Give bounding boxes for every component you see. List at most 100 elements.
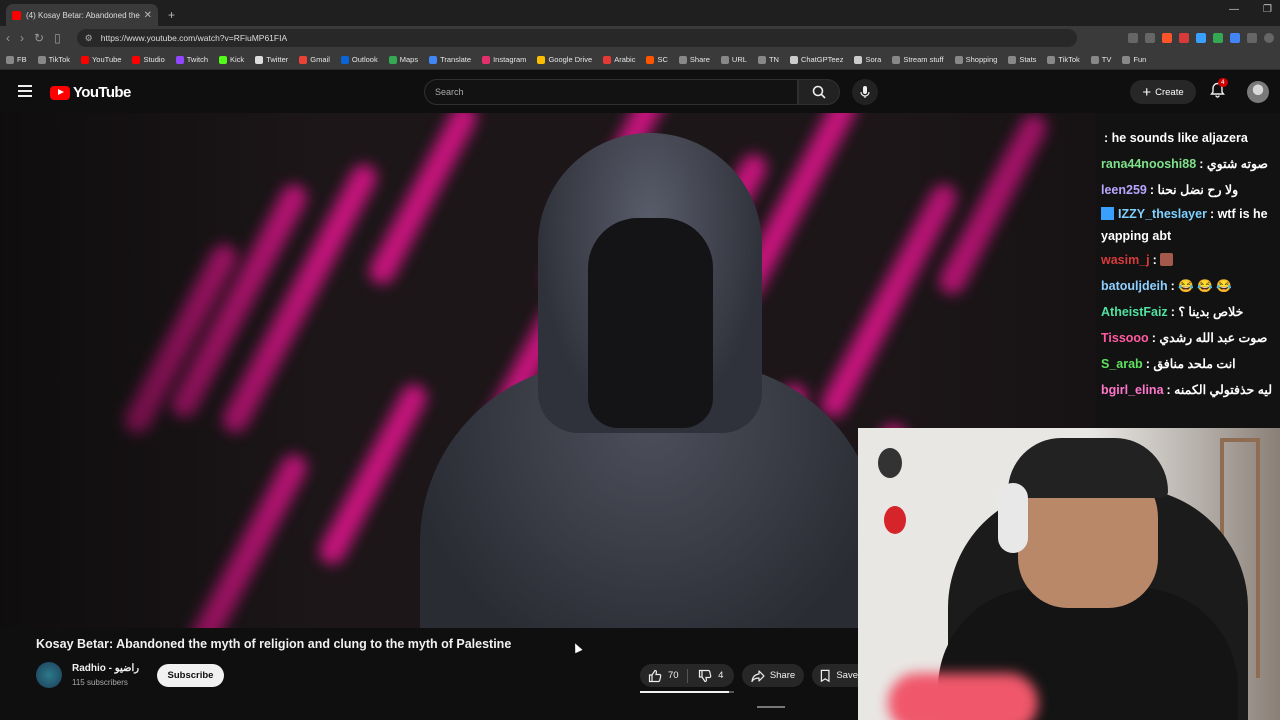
extension-icon[interactable] — [1128, 33, 1138, 43]
back-icon[interactable]: ‹ — [6, 31, 10, 45]
chat-username[interactable]: AtheistFaiz — [1101, 305, 1168, 319]
chat-message: AtheistFaiz: خلاص بدينا ؟ — [1101, 299, 1276, 325]
bookmark-item[interactable]: Stream stuff — [892, 55, 944, 64]
search-input[interactable]: Search — [424, 79, 798, 105]
close-tab-icon[interactable]: ✕ — [144, 10, 152, 21]
youtube-logo[interactable]: YouTube — [50, 84, 131, 101]
bookmark-item[interactable]: Kick — [219, 55, 244, 64]
bookmark-favicon-icon — [1122, 55, 1131, 64]
save-bookmark-icon — [820, 669, 830, 682]
bookmark-item[interactable]: Outlook — [340, 55, 378, 64]
search-button[interactable] — [798, 79, 840, 105]
bookmark-item[interactable]: Shopping — [954, 55, 997, 64]
bookmark-item[interactable]: TN — [757, 55, 779, 64]
chat-username[interactable]: rana44nooshi88 — [1101, 157, 1196, 171]
channel-avatar[interactable] — [36, 662, 62, 688]
extension-icon[interactable] — [1196, 33, 1206, 43]
save-label: Save — [836, 670, 858, 681]
bookmark-item[interactable]: Studio — [132, 55, 165, 64]
menu-icon[interactable] — [18, 85, 32, 97]
reload-icon[interactable]: ↻ — [34, 31, 44, 45]
chat-text: : صوته شتوي — [1199, 157, 1269, 171]
bookmark-item[interactable]: Google Drive — [537, 55, 592, 64]
dislike-button[interactable]: 4 — [688, 669, 735, 683]
extension-icon[interactable] — [1213, 33, 1223, 43]
bookmark-item[interactable]: FB — [6, 55, 27, 64]
bookmark-item[interactable]: ChatGPTeez — [789, 55, 843, 64]
chat-message: leen259: ولا رح نضل نحنا — [1101, 177, 1276, 203]
bookmark-item[interactable]: Gmail — [299, 55, 330, 64]
bookmark-item[interactable]: SC — [646, 55, 668, 64]
bookmark-label: Arabic — [614, 55, 636, 64]
chat-username[interactable]: S_arab — [1101, 357, 1143, 371]
subscribe-button[interactable]: Subscribe — [157, 664, 224, 687]
search-placeholder: Search — [435, 87, 464, 97]
bookmark-item[interactable]: YouTube — [80, 55, 121, 64]
browser-tab[interactable]: (4) Kosay Betar: Abandoned the ✕ — [6, 4, 158, 26]
chat-username[interactable]: wasim_j — [1101, 253, 1150, 267]
create-button[interactable]: + Create — [1130, 80, 1196, 104]
bookmark-item[interactable]: Arabic — [603, 55, 635, 64]
bookmark-item[interactable]: TikTok — [1047, 55, 1080, 64]
plus-icon: + — [1142, 83, 1152, 101]
site-info-icon[interactable]: ⚙ — [85, 33, 93, 44]
bookmark-item[interactable]: Share — [678, 55, 710, 64]
bookmark-item[interactable]: Translate — [429, 55, 471, 64]
live-chat-overlay: : he sounds like aljazera rana44nooshi88:… — [1097, 113, 1280, 428]
forward-icon[interactable]: › — [20, 31, 24, 45]
bookmark-item[interactable]: TikTok — [37, 55, 70, 64]
extension-icon[interactable] — [1179, 33, 1189, 43]
bookmark-label: Share — [689, 55, 710, 64]
like-button[interactable]: 70 — [640, 669, 687, 683]
bookmark-favicon-icon — [892, 55, 901, 64]
chat-username[interactable]: IZZY_theslayer — [1118, 207, 1207, 221]
hanging-cap-black — [878, 448, 902, 478]
subscriber-count: 115 subscribers — [72, 678, 128, 687]
youtube-header: YouTube Search + Create 4 — [0, 71, 1280, 113]
like-ratio-fill — [640, 691, 730, 693]
bookmark-item[interactable]: Sora — [854, 55, 881, 64]
bookmark-item[interactable]: Maps — [388, 55, 418, 64]
channel-name[interactable]: Radhio - راضيو — [72, 663, 139, 674]
extension-icon[interactable] — [1230, 33, 1240, 43]
extension-icon[interactable] — [1162, 33, 1172, 43]
chat-username[interactable]: leen259 — [1101, 183, 1147, 197]
bookmark-label: Fun — [1133, 55, 1147, 64]
bookmark-item[interactable]: Stats — [1008, 55, 1036, 64]
save-button[interactable]: Save — [812, 664, 858, 687]
new-tab-icon[interactable]: + — [168, 8, 175, 22]
chat-username[interactable]: batouljdeih — [1101, 279, 1168, 293]
bookmark-favicon-icon — [6, 55, 14, 64]
bookmark-item[interactable]: Instagram — [482, 55, 526, 64]
headphones — [998, 483, 1028, 553]
bookmark-favicon-icon — [954, 55, 963, 64]
bookmark-icon[interactable]: ▯ — [54, 31, 61, 45]
share-button[interactable]: Share — [742, 664, 804, 687]
notifications-button[interactable]: 4 — [1210, 78, 1228, 103]
bookmark-item[interactable]: TV — [1090, 55, 1111, 64]
like-dislike-group: 70 4 — [640, 664, 734, 687]
account-avatar[interactable] — [1247, 81, 1269, 103]
voice-search-button[interactable] — [852, 79, 878, 105]
extension-icon[interactable] — [1247, 33, 1257, 43]
bookmark-label: Kick — [230, 55, 245, 64]
bookmark-item[interactable]: URL — [720, 55, 747, 64]
restore-icon[interactable]: ❐ — [1263, 4, 1272, 15]
extension-icon[interactable] — [1145, 33, 1155, 43]
address-bar[interactable]: ⚙ https://www.youtube.com/watch?v=RFiuMP… — [76, 29, 1077, 47]
profile-icon[interactable] — [1264, 33, 1274, 43]
chat-message: Tissooo: صوت عبد الله رشدي — [1101, 325, 1276, 351]
bookmark-item[interactable]: Twitch — [175, 55, 208, 64]
minimize-icon[interactable]: — — [1229, 4, 1239, 15]
bookmark-label: TikTok — [48, 55, 70, 64]
bookmark-favicon-icon — [603, 55, 612, 64]
chat-username[interactable]: Tissooo — [1101, 331, 1149, 345]
scroll-indicator — [757, 706, 785, 708]
bookmark-label: Outlook — [351, 55, 378, 64]
bookmark-item[interactable]: Fun — [1122, 55, 1146, 64]
chat-message: S_arab: انت ملحد منافق — [1101, 351, 1276, 377]
chat-message: IZZY_theslayer: wtf is he yapping abt — [1101, 203, 1276, 247]
bookmark-item[interactable]: Twitter — [255, 55, 288, 64]
chat-username[interactable]: bgirl_elina — [1101, 383, 1164, 397]
blurred-hand — [888, 673, 1038, 720]
